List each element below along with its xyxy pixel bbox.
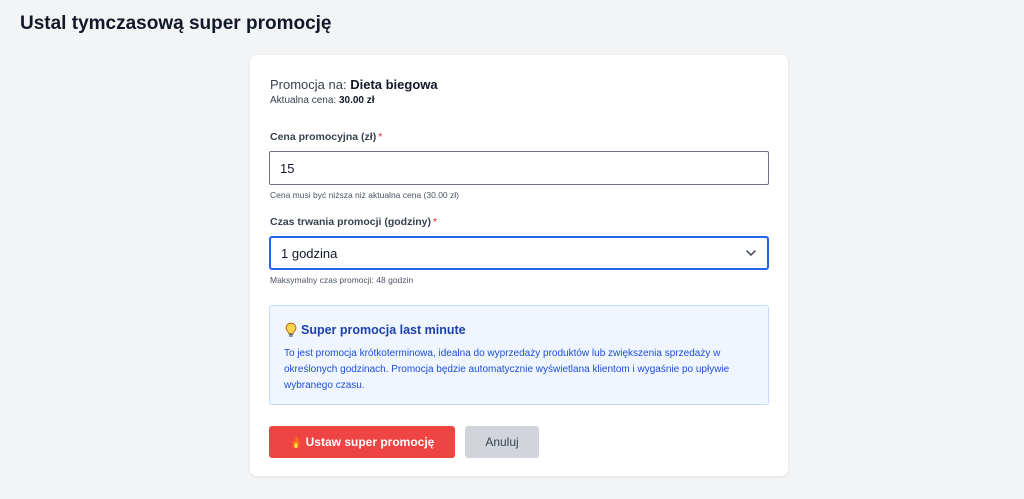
info-title-text: Super promocja last minute [301, 323, 466, 337]
page-title: Ustal tymczasową super promocję [20, 13, 332, 34]
current-price-value: 30.00 zł [338, 95, 375, 106]
promo-price-input[interactable] [269, 151, 769, 185]
required-asterisk: * [433, 216, 438, 228]
promotion-form-card: Promocja na: Dieta biegowa Aktualna cena… [250, 55, 788, 476]
set-super-promotion-button[interactable]: Ustaw super promocję [269, 426, 455, 458]
duration-help: Maksymalny czas promocji: 48 godzin [270, 275, 414, 285]
info-title: Super promocja last minute [284, 322, 466, 338]
lightbulb-icon [285, 322, 297, 337]
info-box: Super promocja last minute To jest promo… [269, 305, 769, 405]
info-description: To jest promocja krótkoterminowa, idealn… [284, 348, 730, 391]
chevron-down-icon [746, 250, 756, 256]
duration-select[interactable]: 1 godzina [269, 236, 769, 270]
current-price-label: Aktualna cena: [270, 95, 337, 106]
current-price-line: Aktualna cena: 30.00 zł [270, 95, 375, 107]
product-name: Dieta biegowa [350, 77, 438, 92]
promo-price-label: Cena promocyjna (zł) * [270, 131, 382, 144]
promo-product-line: Promocja na: Dieta biegowa [270, 77, 438, 93]
set-super-promotion-label: Ustaw super promocję [305, 435, 435, 449]
fire-icon [292, 435, 300, 449]
promo-price-help: Cena musi być niższa niż aktualna cena (… [270, 190, 459, 200]
cancel-button[interactable]: Anuluj [465, 426, 539, 458]
promo-on-label: Promocja na: [270, 77, 347, 92]
duration-selected-value: 1 godzina [281, 245, 338, 261]
promo-price-label-text: Cena promocyjna (zł) [270, 131, 377, 143]
duration-label-text: Czas trwania promocji (godziny) [270, 216, 432, 228]
required-asterisk: * [378, 131, 383, 143]
duration-label: Czas trwania promocji (godziny) * [270, 216, 437, 229]
